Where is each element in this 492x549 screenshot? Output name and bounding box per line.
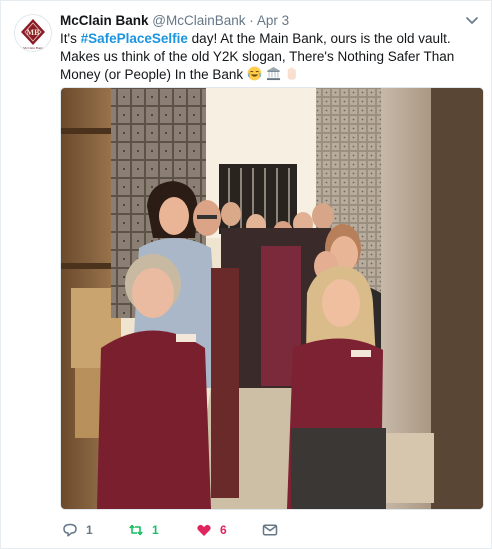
envelope-icon [262,524,278,536]
bank-emoji-icon [266,66,281,86]
like-button[interactable]: 6 [196,520,227,540]
reply-count: 1 [86,523,93,537]
raised-hand-emoji-icon [284,66,299,86]
tweet-text-prefix: It's [60,31,81,46]
separator-dot: · [249,13,254,28]
chevron-down-icon[interactable] [465,13,479,27]
tweet-card[interactable]: MB McClain Bank McClain Bank @McClainBan… [0,0,492,549]
like-count: 6 [220,523,227,537]
retweet-button[interactable]: 1 [128,520,159,540]
tweet-text: It's #SafePlaceSelfie day! At the Main B… [60,30,478,86]
avatar[interactable]: MB McClain Bank [14,14,52,52]
author-handle[interactable]: @McClainBank [152,13,245,28]
tweet-header: McClain Bank @McClainBank · Apr 3 [60,12,461,30]
retweet-count: 1 [152,523,159,537]
vault-group-photo-image [61,88,483,509]
tweet-date[interactable]: Apr 3 [257,13,289,28]
svg-text:McClain Bank: McClain Bank [23,46,43,50]
reply-icon [63,523,77,537]
mcclain-bank-logo: MB McClain Bank [21,19,45,50]
hashtag-link[interactable]: #SafePlaceSelfie [81,31,188,46]
author-name[interactable]: McClain Bank [60,13,149,28]
tweet-actions: 1 1 6 [60,520,480,540]
direct-message-button[interactable] [262,520,286,540]
svg-text:MB: MB [27,28,41,37]
joy-emoji-icon [247,66,262,86]
tweet-photo[interactable] [60,87,484,510]
retweet-icon [129,524,143,536]
heart-icon [197,524,211,536]
reply-button[interactable]: 1 [62,520,93,540]
